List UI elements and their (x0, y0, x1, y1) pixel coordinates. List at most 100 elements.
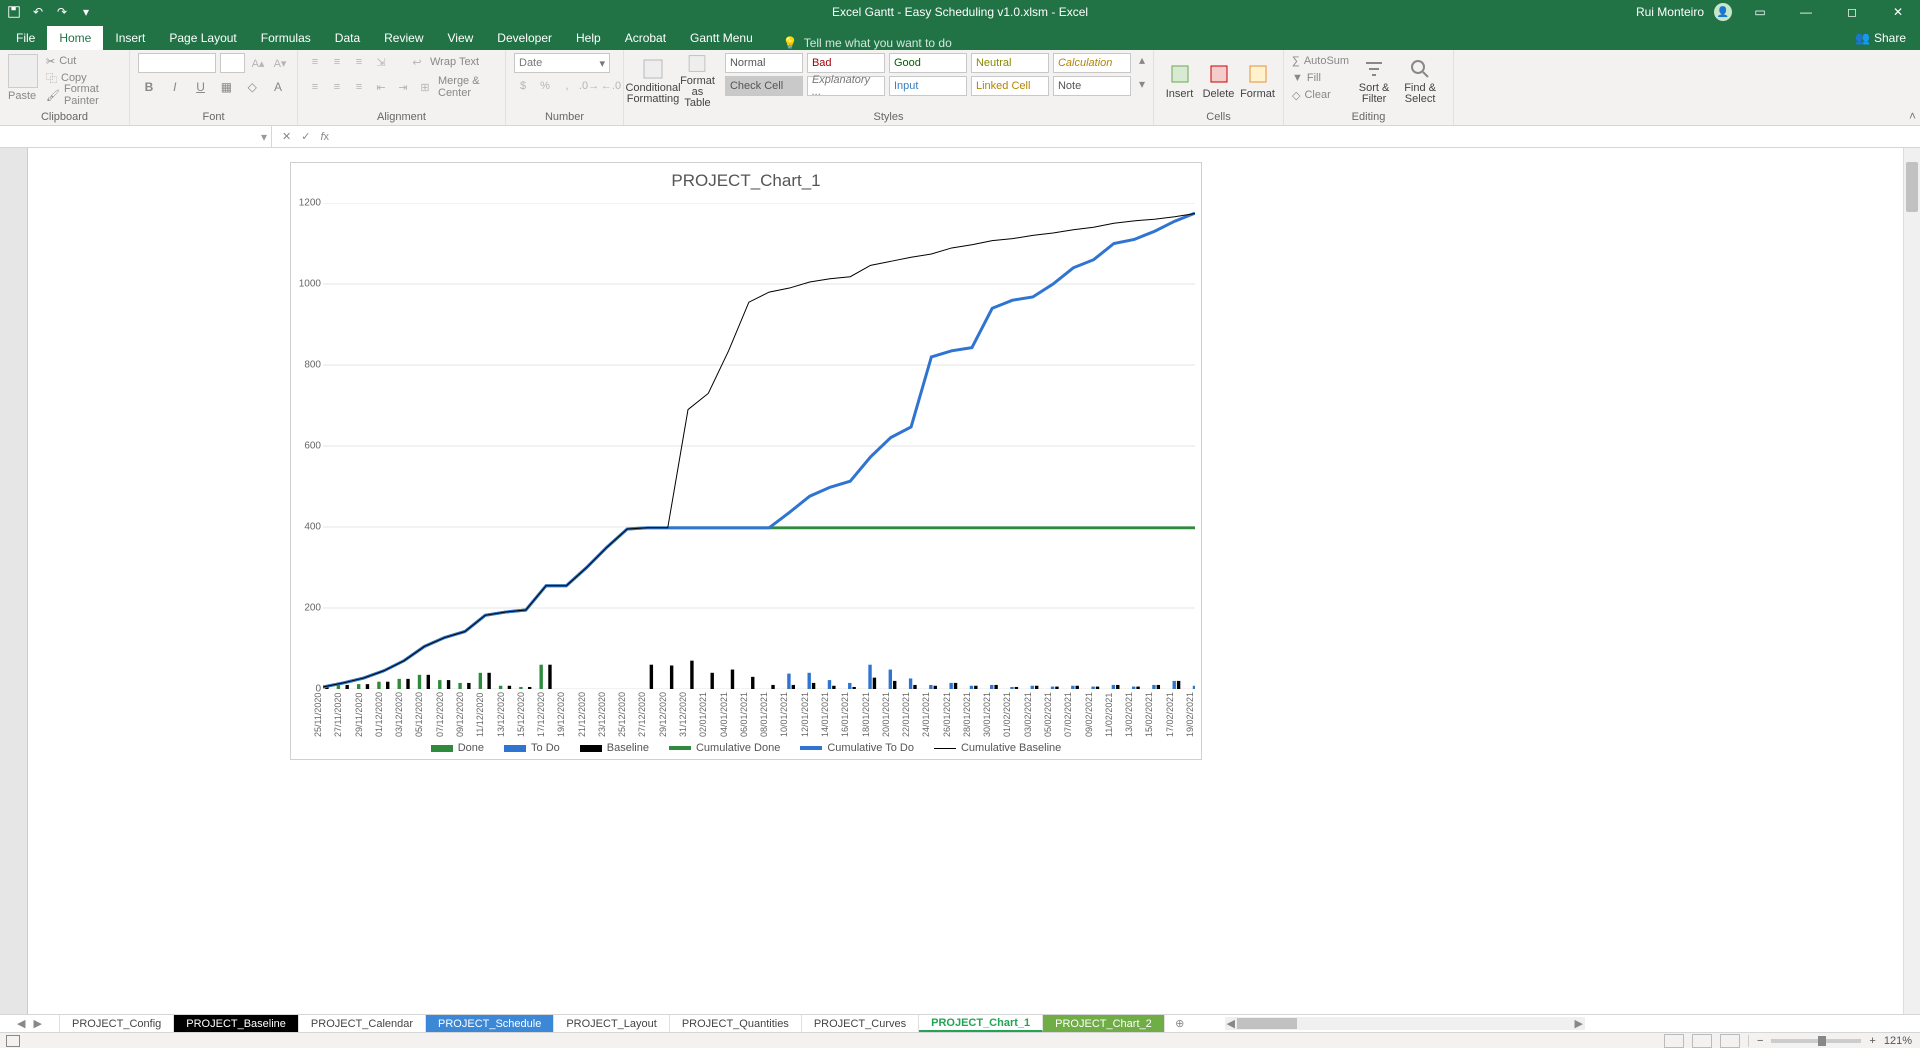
styles-scroll-down-icon[interactable]: ▾ (1139, 77, 1145, 91)
indent-increase-icon[interactable]: ⇥ (394, 78, 412, 96)
hscroll-thumb[interactable] (1237, 1018, 1297, 1029)
sheet-tab-project_chart_1[interactable]: PROJECT_Chart_1 (919, 1015, 1043, 1032)
wrap-text-button[interactable]: Wrap Text (430, 56, 479, 68)
align-left-icon[interactable]: ≡ (306, 78, 324, 96)
ribbon-display-options-icon[interactable]: ▭ (1742, 0, 1778, 24)
save-icon[interactable] (6, 4, 22, 20)
fx-icon[interactable]: fx (320, 131, 329, 143)
percent-format-icon[interactable]: % (536, 77, 554, 95)
view-normal-icon[interactable] (1664, 1034, 1684, 1048)
window-close-button[interactable]: ✕ (1880, 0, 1916, 24)
chart-object[interactable]: PROJECT_Chart_1 020040060080010001200 25… (290, 162, 1202, 760)
zoom-in-button[interactable]: + (1869, 1035, 1875, 1047)
align-center-icon[interactable]: ≡ (328, 78, 346, 96)
zoom-knob[interactable] (1818, 1036, 1826, 1046)
hscroll-left-icon[interactable]: ◀ (1225, 1017, 1237, 1030)
merge-center-button[interactable]: Merge & Center (438, 75, 497, 99)
indent-decrease-icon[interactable]: ⇤ (372, 78, 390, 96)
macro-record-icon[interactable] (6, 1035, 20, 1047)
new-sheet-button[interactable]: ⊕ (1165, 1015, 1195, 1032)
sheet-tab-project_quantities[interactable]: PROJECT_Quantities (670, 1015, 802, 1032)
sheet-tab-project_curves[interactable]: PROJECT_Curves (802, 1015, 919, 1032)
delete-cells-button[interactable]: Delete (1201, 53, 1236, 109)
tab-data[interactable]: Data (323, 26, 372, 50)
font-size-select[interactable] (220, 53, 245, 73)
style-check-cell[interactable]: Check Cell (725, 76, 803, 96)
style-linked-cell[interactable]: Linked Cell (971, 76, 1049, 96)
find-select-button[interactable]: Find & Select (1399, 53, 1441, 109)
align-bottom-icon[interactable]: ≡ (350, 53, 368, 71)
align-top-icon[interactable]: ≡ (306, 53, 324, 71)
formula-input[interactable] (339, 126, 1920, 147)
format-painter-button[interactable]: 🖌Format Painter (46, 87, 121, 103)
decrease-decimal-icon[interactable]: ←.0 (602, 77, 620, 95)
user-avatar[interactable]: 👤 (1714, 3, 1732, 21)
tab-developer[interactable]: Developer (485, 26, 564, 50)
tab-page-layout[interactable]: Page Layout (157, 26, 248, 50)
tell-me[interactable]: 💡 Tell me what you want to do (783, 36, 952, 50)
autosum-button[interactable]: ∑AutoSum (1292, 53, 1349, 69)
collapse-ribbon-icon[interactable]: ˄ (1909, 109, 1916, 123)
sheet-tab-project_calendar[interactable]: PROJECT_Calendar (299, 1015, 426, 1032)
scrollbar-thumb[interactable] (1906, 162, 1918, 212)
cancel-formula-icon[interactable]: ✕ (282, 130, 291, 143)
style-normal[interactable]: Normal (725, 53, 803, 73)
insert-cells-button[interactable]: Insert (1162, 53, 1197, 109)
conditional-formatting-button[interactable]: Conditional Formatting (632, 53, 674, 109)
view-page-break-icon[interactable] (1720, 1034, 1740, 1048)
format-as-table-button[interactable]: Format as Table (678, 53, 717, 109)
sheet-tab-project_layout[interactable]: PROJECT_Layout (554, 1015, 669, 1032)
fill-color-button[interactable]: ◇ (241, 77, 263, 97)
name-box[interactable]: ▾ (0, 126, 272, 147)
vertical-scrollbar[interactable] (1903, 148, 1920, 1014)
font-color-button[interactable]: A (267, 77, 289, 97)
style-input[interactable]: Input (889, 76, 967, 96)
zoom-out-button[interactable]: − (1757, 1035, 1763, 1047)
maximize-button[interactable]: ◻ (1834, 0, 1870, 24)
sheet-nav-next-icon[interactable]: ▶ (34, 1017, 42, 1030)
sheet-tab-project_chart_2[interactable]: PROJECT_Chart_2 (1043, 1015, 1165, 1032)
fill-button[interactable]: ▼Fill (1292, 70, 1349, 86)
paste-button[interactable]: Paste (8, 54, 38, 102)
align-middle-icon[interactable]: ≡ (328, 53, 346, 71)
clear-button[interactable]: ◇Clear (1292, 87, 1349, 103)
tab-view[interactable]: View (436, 26, 486, 50)
sort-filter-button[interactable]: Sort & Filter (1353, 53, 1395, 109)
tab-insert[interactable]: Insert (103, 26, 157, 50)
undo-icon[interactable]: ↶ (30, 4, 46, 20)
redo-icon[interactable]: ↷ (54, 4, 70, 20)
font-name-select[interactable] (138, 53, 216, 73)
hscroll-right-icon[interactable]: ▶ (1573, 1017, 1585, 1030)
border-button[interactable]: ▦ (215, 77, 237, 97)
tab-gantt-menu[interactable]: Gantt Menu (678, 26, 765, 50)
align-right-icon[interactable]: ≡ (350, 78, 368, 96)
format-cells-button[interactable]: Format (1240, 53, 1275, 109)
style-bad[interactable]: Bad (807, 53, 885, 73)
tab-review[interactable]: Review (372, 26, 435, 50)
tab-file[interactable]: File (4, 26, 47, 50)
tab-home[interactable]: Home (47, 26, 103, 50)
zoom-slider[interactable] (1771, 1039, 1861, 1043)
sheet-tab-project_config[interactable]: PROJECT_Config (60, 1015, 174, 1032)
sheet-tab-project_baseline[interactable]: PROJECT_Baseline (174, 1015, 299, 1032)
enter-formula-icon[interactable]: ✓ (301, 130, 310, 143)
styles-scroll-up-icon[interactable]: ▴ (1139, 53, 1145, 67)
horizontal-scrollbar[interactable]: ◀ ▶ (1225, 1017, 1585, 1030)
comma-format-icon[interactable]: , (558, 77, 576, 95)
view-page-layout-icon[interactable] (1692, 1034, 1712, 1048)
underline-button[interactable]: U (190, 77, 212, 97)
share-button[interactable]: 👥 Share (1841, 26, 1920, 50)
style-neutral[interactable]: Neutral (971, 53, 1049, 73)
decrease-font-icon[interactable]: A▾ (271, 54, 289, 72)
tab-acrobat[interactable]: Acrobat (613, 26, 678, 50)
accounting-format-icon[interactable]: $ (514, 77, 532, 95)
tab-help[interactable]: Help (564, 26, 613, 50)
italic-button[interactable]: I (164, 77, 186, 97)
style-explanatory[interactable]: Explanatory ... (807, 76, 885, 96)
sheet-nav[interactable]: ◀▶ (0, 1015, 60, 1032)
qat-customize-icon[interactable]: ▾ (78, 4, 94, 20)
sheet-nav-prev-icon[interactable]: ◀ (17, 1017, 25, 1030)
style-good[interactable]: Good (889, 53, 967, 73)
orientation-icon[interactable]: ⇲ (372, 53, 390, 71)
increase-font-icon[interactable]: A▴ (249, 54, 267, 72)
